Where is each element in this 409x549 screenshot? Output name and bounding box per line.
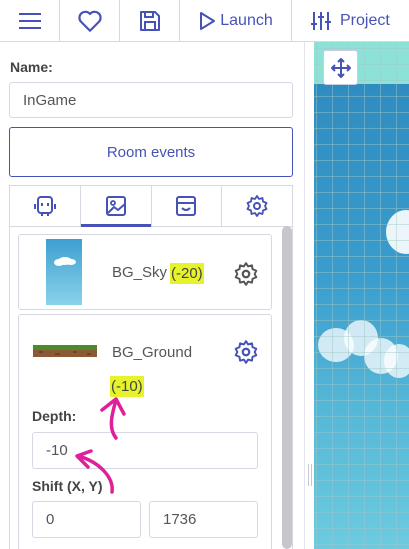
background-name: BG_Sky [112, 264, 168, 281]
sky-thumbnail [46, 239, 82, 305]
background-card-sky[interactable]: BG_Sky (-20) [18, 234, 272, 310]
tab-backgrounds[interactable] [80, 186, 152, 227]
room-canvas[interactable] [314, 42, 409, 549]
move-icon [330, 57, 351, 78]
room-tabs [9, 185, 293, 227]
gear-icon [246, 195, 268, 217]
menu-button[interactable] [0, 0, 60, 41]
room-events-button[interactable]: Room events [9, 127, 293, 177]
image-icon [105, 196, 126, 216]
panel-splitter[interactable] [304, 42, 314, 549]
heart-icon [77, 10, 102, 32]
depth-badge: (-20) [170, 263, 204, 284]
sky-settings-button[interactable] [233, 261, 259, 292]
launch-label: Launch [220, 11, 273, 29]
list-scrollbar[interactable] [282, 226, 292, 549]
ground-thumbnail [33, 345, 97, 357]
depth-label: Depth: [32, 408, 77, 424]
move-tool-button[interactable] [323, 50, 358, 85]
robot-icon [33, 196, 56, 216]
top-toolbar: Launch Project [0, 0, 409, 42]
depth-input[interactable]: -10 [32, 432, 258, 469]
depth-badge: (-10) [110, 376, 144, 397]
hamburger-menu-icon [18, 12, 41, 29]
shift-label: Shift (X, Y) [32, 478, 103, 494]
window-icon [176, 196, 197, 216]
splitter-grip[interactable] [308, 464, 312, 486]
sliders-icon [311, 11, 331, 30]
tab-copies[interactable] [10, 186, 81, 226]
name-label: Name: [10, 59, 53, 75]
play-icon [200, 11, 216, 30]
favorite-button[interactable] [60, 0, 120, 41]
launch-button[interactable]: Launch [180, 0, 292, 41]
background-name: BG_Ground [112, 344, 193, 361]
room-name-input[interactable]: InGame [9, 82, 293, 118]
tab-properties[interactable] [222, 186, 292, 226]
ground-settings-button[interactable] [233, 339, 259, 370]
shift-y-input[interactable]: 1736 [149, 501, 258, 538]
project-label: Project [340, 11, 390, 29]
tab-tiles[interactable] [152, 186, 223, 226]
project-button[interactable]: Project [292, 0, 409, 41]
shift-x-input[interactable]: 0 [32, 501, 141, 538]
save-button[interactable] [120, 0, 180, 41]
gear-icon [234, 262, 258, 286]
gear-icon [234, 340, 258, 364]
save-icon [139, 10, 160, 31]
